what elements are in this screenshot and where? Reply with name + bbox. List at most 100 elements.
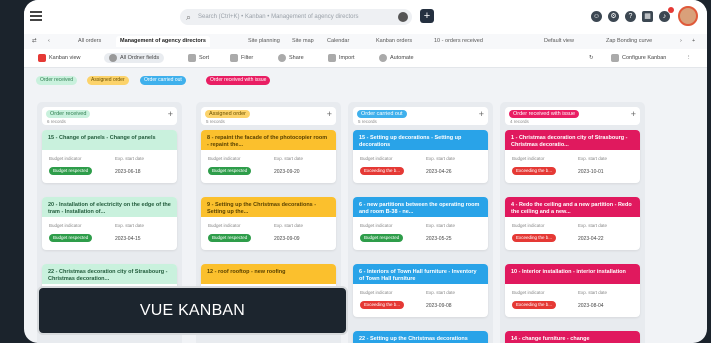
kanban-card[interactable]: 6 - new partitions between the operating… (353, 197, 488, 250)
import-button[interactable]: Import (328, 53, 355, 63)
avatar[interactable] (678, 6, 698, 26)
users-icon[interactable]: ☺ (591, 11, 602, 22)
kanban-card[interactable]: 8 - repaint the facade of the photocopie… (201, 130, 336, 183)
add-card-icon[interactable]: + (168, 109, 173, 119)
calendar-icon[interactable]: ▦ (642, 11, 653, 22)
tab-calendar[interactable]: Calendar (327, 36, 349, 47)
view-label-banner: VUE KANBAN (37, 286, 348, 335)
filter-icon (230, 54, 238, 62)
search-input[interactable]: Search (Ctrl+K) • Kanban • Management of… (198, 12, 358, 22)
start-date-label: Exp. start date (578, 156, 608, 161)
kanban-card[interactable]: 6 - Interiors of Town Hall furniture - I… (353, 264, 488, 317)
column-title: Assigned order (205, 110, 250, 118)
chip-order-carried-out[interactable]: Order carried out (140, 76, 186, 85)
column-title: Order received with issue (509, 110, 580, 118)
sort-button[interactable]: Sort (188, 53, 209, 63)
card-date: 2023-06-18 (115, 169, 141, 175)
budget-label: Budget indicator (360, 223, 393, 228)
start-date-label: Exp. start date (274, 223, 304, 228)
budget-label: Budget indicator (512, 290, 545, 295)
kanban-card[interactable]: 22 - Setting up the Christmas decoration… (353, 331, 488, 343)
location-icon (379, 54, 387, 62)
kanban-column: Order received with issue 4 records + 1 … (500, 102, 645, 343)
column-title: Order received (46, 110, 91, 118)
card-title: 9 - Setting up the Christmas decorations… (201, 197, 336, 217)
start-date-label: Exp. start date (115, 156, 145, 161)
card-title: 22 - Setting up the Christmas decoration… (353, 331, 488, 343)
card-title: 20 - Installation of electricity on the … (42, 197, 177, 217)
budget-label: Budget indicator (512, 223, 545, 228)
add-card-icon[interactable]: + (327, 109, 332, 119)
search-bar[interactable]: ⌕ Search (Ctrl+K) • Kanban • Management … (180, 9, 412, 25)
kanban-card[interactable]: 15 - Setting up decorations - Setting up… (353, 130, 488, 183)
add-tab-icon[interactable]: + (692, 36, 695, 47)
refresh-icon[interactable]: ↻ (589, 53, 594, 63)
tab-site-map[interactable]: Site map (292, 36, 314, 47)
column-header: Order received with issue 4 records + (505, 107, 640, 125)
configure-kanban-button[interactable]: Configure Kanban (611, 53, 666, 63)
kanban-card[interactable]: 14 - change furniture - change (505, 331, 640, 343)
status-badge: Exceeding the b... (360, 301, 405, 309)
more-icon[interactable]: ⋮ (686, 53, 692, 63)
tabs-back-icon[interactable]: ‹ (48, 36, 50, 47)
start-date-label: Exp. start date (115, 223, 145, 228)
column-title: Order carried out (357, 110, 407, 118)
automate-button[interactable]: Automate (379, 53, 414, 63)
tab-all-orders[interactable]: All orders (78, 36, 101, 47)
tab-zap-bonding-curve[interactable]: Zap Bonding curve (606, 36, 652, 47)
column-count: 5 records (206, 119, 225, 124)
share-button[interactable]: Share (278, 53, 304, 63)
card-title: 10 - Interior installation - interior in… (505, 264, 640, 284)
kanban-card[interactable]: 4 - Redo the ceiling and a new partition… (505, 197, 640, 250)
chip-order-received-with-issue[interactable]: Order received with issue (206, 76, 271, 85)
kanban-card[interactable]: 10 - Interior installation - interior in… (505, 264, 640, 317)
budget-label: Budget indicator (360, 290, 393, 295)
card-date: 2023-04-22 (578, 236, 604, 242)
card-title: 15 - Change of panels - Change of panels (42, 130, 177, 150)
status-badge: Budget respected (208, 167, 252, 175)
card-date: 2023-04-15 (115, 236, 141, 242)
status-badge: Budget respected (49, 234, 93, 242)
budget-label: Budget indicator (512, 156, 545, 161)
filter-button[interactable]: Filter (230, 53, 253, 63)
card-title: 6 - Interiors of Town Hall furniture - I… (353, 264, 488, 284)
kanban-card[interactable]: 20 - Installation of electricity on the … (42, 197, 177, 250)
card-title: 12 - roof rooftop - new roofing (201, 264, 336, 284)
kanban-card[interactable]: 9 - Setting up the Christmas decorations… (201, 197, 336, 250)
settings-icon[interactable] (398, 12, 408, 22)
add-card-icon[interactable]: + (479, 109, 484, 119)
column-header: Order received 6 records + (42, 107, 177, 125)
budget-label: Budget indicator (49, 223, 82, 228)
chip-assigned-order[interactable]: Assigned order (87, 76, 129, 85)
config-icon (611, 54, 619, 62)
tab-default-view[interactable]: Default view (544, 36, 574, 47)
toolbar: Kanban view All Ordner fields Sort Filte… (24, 49, 707, 68)
add-card-icon[interactable]: + (631, 109, 636, 119)
tab-kanban-orders[interactable]: Kanban orders (376, 36, 412, 47)
tab-orders-received[interactable]: 10 - orders received (434, 36, 483, 47)
status-badge: Budget respected (49, 167, 93, 175)
card-date: 2023-09-20 (274, 169, 300, 175)
gear-icon[interactable]: ⚙ (608, 11, 619, 22)
budget-label: Budget indicator (208, 223, 241, 228)
tab-management-of-agency-directors[interactable]: Management of agency directors (116, 36, 210, 47)
column-count: 5 records (358, 119, 377, 124)
tabs-menu-icon[interactable]: ⇄ (32, 36, 37, 47)
tabs-bar: ⇄ ‹ All orders Management of agency dire… (24, 34, 707, 50)
menu-icon[interactable] (30, 11, 42, 21)
help-icon[interactable]: ? (625, 11, 636, 22)
all-fields-button[interactable]: All Ordner fields (104, 53, 165, 63)
tab-site-planning[interactable]: Site planning (248, 36, 280, 47)
kanban-card[interactable]: 1 - Christmas decoration city of Strasbo… (505, 130, 640, 183)
card-date: 2023-04-26 (426, 169, 452, 175)
bell-icon[interactable]: ♪ (659, 11, 670, 22)
budget-label: Budget indicator (208, 156, 241, 161)
start-date-label: Exp. start date (578, 223, 608, 228)
card-date: 2023-09-08 (426, 303, 452, 309)
chip-order-received[interactable]: Order received (36, 76, 78, 85)
kanban-view-button[interactable]: Kanban view (38, 53, 81, 63)
notification-badge (668, 7, 674, 13)
add-icon[interactable]: + (420, 9, 434, 23)
tabs-more-icon[interactable]: › (680, 36, 682, 47)
kanban-card[interactable]: 15 - Change of panels - Change of panels… (42, 130, 177, 183)
